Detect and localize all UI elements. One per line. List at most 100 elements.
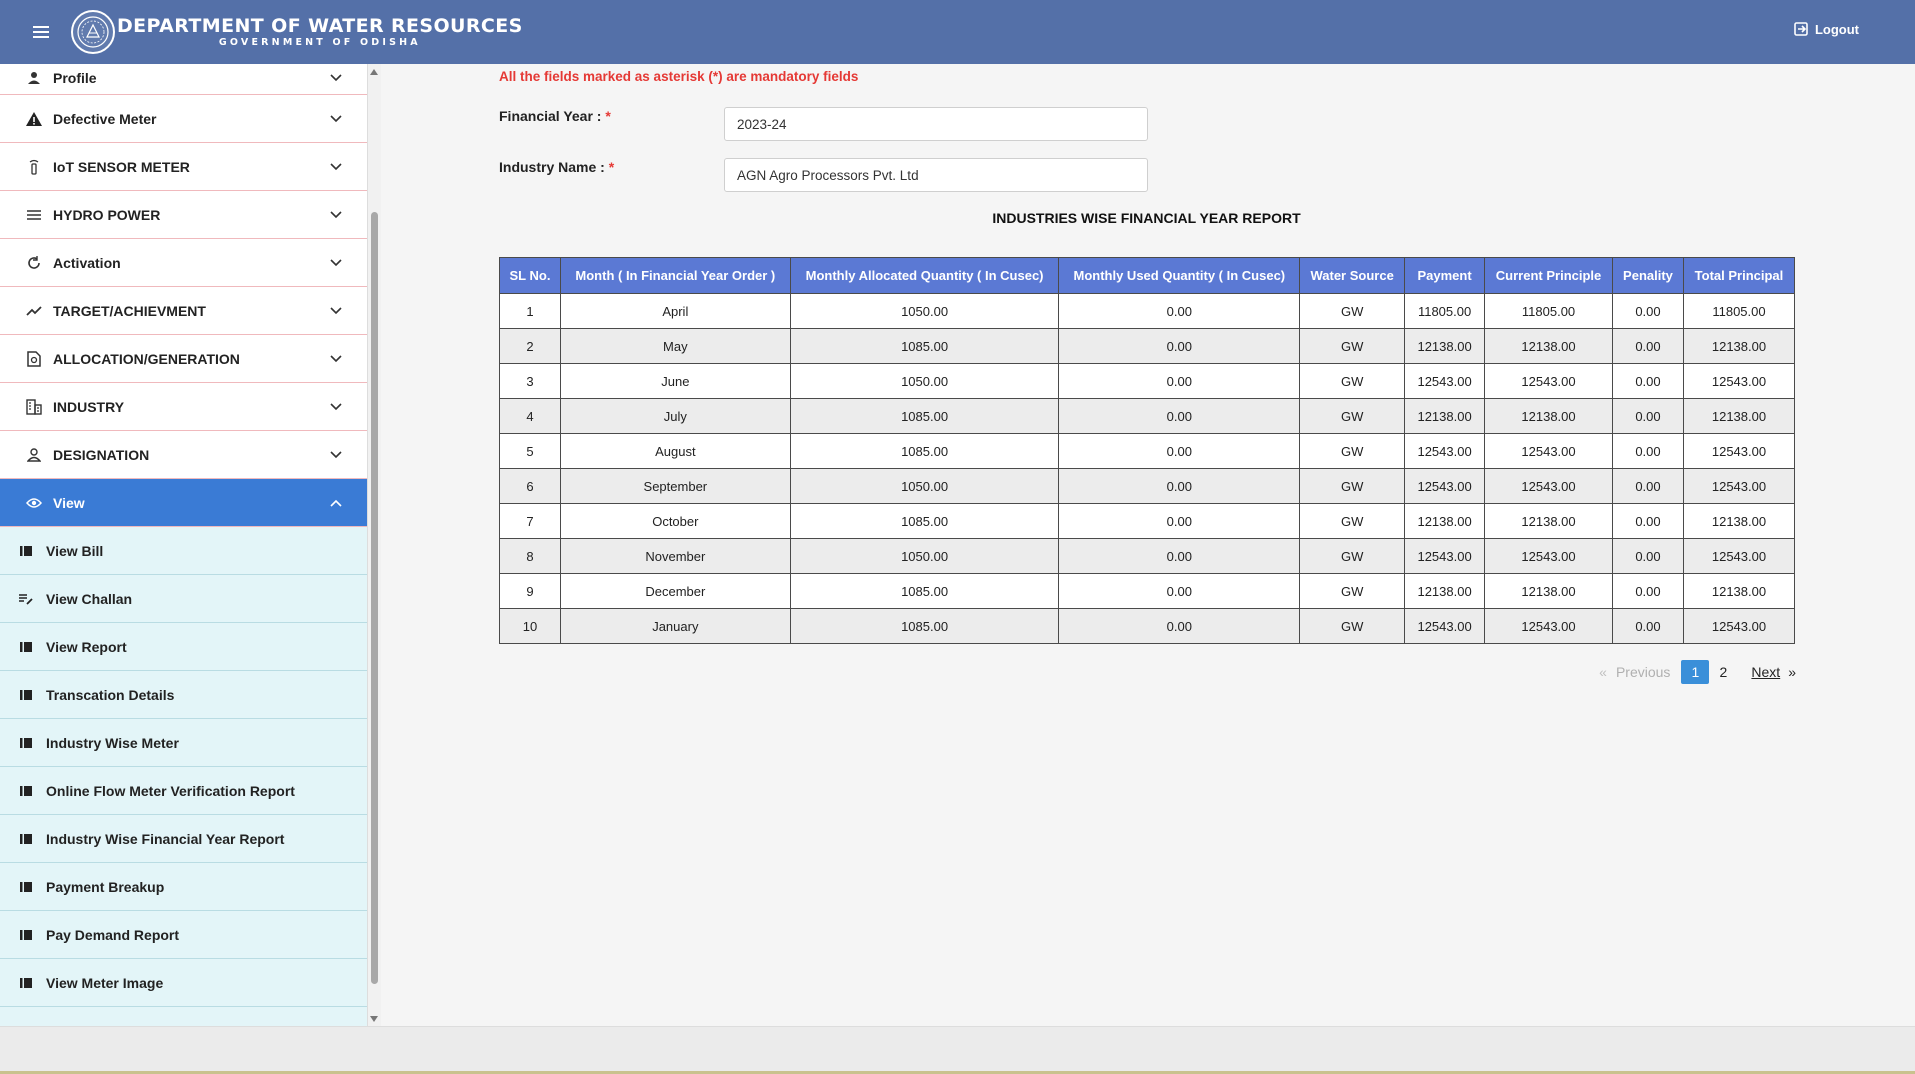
industry-name-select[interactable]: AGN Agro Processors Pvt. Ltd (724, 158, 1148, 192)
submenu-view-bill[interactable]: View Bill (0, 527, 367, 575)
previous-button[interactable]: Previous (1616, 664, 1670, 680)
submenu-label: Transcation Details (46, 686, 175, 703)
table-cell: 0.00 (1611, 468, 1684, 504)
column-header: Payment (1404, 257, 1486, 294)
table-cell: 12543.00 (1404, 538, 1486, 574)
table-cell: 10 (499, 608, 561, 644)
table-row: 9 December 1085.00 0.00 GW 12138.00 12138.00 0.… (499, 573, 1796, 609)
scroll-up-arrow-icon[interactable] (370, 69, 378, 75)
person-icon (25, 69, 43, 87)
table-cell: 12138.00 (1404, 573, 1486, 609)
table-cell: 0.00 (1058, 328, 1301, 364)
sidebar-item-activation[interactable]: Activation (0, 239, 367, 287)
table-cell: 12543.00 (1682, 608, 1796, 644)
sidebar-item-label: HYDRO POWER (53, 206, 161, 223)
chevron-down-icon (327, 158, 345, 176)
table-cell: 12543.00 (1682, 363, 1796, 399)
column-header: Month ( In Financial Year Order ) (559, 257, 791, 294)
sensor-icon (25, 158, 43, 176)
submenu-partial-item[interactable] (0, 1007, 367, 1026)
table-cell: 12543.00 (1484, 608, 1613, 644)
submenu-online-flow-meter-verification-report[interactable]: Online Flow Meter Verification Report (0, 767, 367, 815)
table-cell: 12543.00 (1404, 468, 1486, 504)
sidebar-item-view[interactable]: View (0, 479, 367, 527)
table-cell: 12138.00 (1682, 328, 1796, 364)
table-cell: 12138.00 (1404, 398, 1486, 434)
table-row: 6 September 1050.00 0.00 GW 12543.00 12543.00 0… (499, 468, 1796, 504)
trending-icon (25, 302, 43, 320)
sidebar-item-label: TARGET/ACHIEVMENT (53, 302, 206, 319)
table-cell: GW (1299, 573, 1406, 609)
submenu-industry-wise-financial-year-report[interactable]: Industry Wise Financial Year Report (0, 815, 367, 863)
scrollbar-thumb[interactable] (371, 212, 378, 984)
required-mark: * (608, 159, 615, 175)
list-icon (19, 832, 33, 846)
submenu-label: View Challan (46, 590, 133, 607)
table-cell: GW (1299, 433, 1406, 469)
sidebar-item-industry[interactable]: INDUSTRY (0, 383, 367, 431)
table-cell: 0.00 (1611, 363, 1684, 399)
list-icon (19, 784, 33, 798)
next-button[interactable]: Next (1751, 664, 1780, 680)
sidebar-item-label: View (53, 494, 85, 511)
submenu-transcation-details[interactable]: Transcation Details (0, 671, 367, 719)
previous-arrow-icon: « (1599, 664, 1607, 680)
table-row: 3 June 1050.00 0.00 GW 12543.00 12543.00 0.00 12… (499, 363, 1796, 399)
sidebar-item-designation[interactable]: DESIGNATION (0, 431, 367, 479)
sidebar-item-defective-meter[interactable]: Defective Meter (0, 95, 367, 143)
submenu-industry-wise-meter[interactable]: Industry Wise Meter (0, 719, 367, 767)
submenu-payment-breakup[interactable]: Payment Breakup (0, 863, 367, 911)
sidebar-item-target-achievment[interactable]: TARGET/ACHIEVMENT (0, 287, 367, 335)
sidebar-item-label: Defective Meter (53, 110, 157, 127)
submenu-label: View Bill (46, 542, 104, 559)
table-cell: 12138.00 (1404, 328, 1486, 364)
table-cell: GW (1299, 468, 1406, 504)
chevron-down-icon (327, 302, 345, 320)
menu-icon (33, 31, 49, 33)
sidebar-scrollbar[interactable] (368, 64, 381, 1026)
table-cell: 12543.00 (1404, 433, 1486, 469)
financial-year-value: 2023-24 (737, 116, 787, 132)
next-arrow-icon: » (1788, 664, 1796, 680)
table-cell: August (559, 433, 791, 469)
table-cell: 12138.00 (1484, 503, 1613, 539)
sidebar-item-profile[interactable]: Profile (0, 64, 367, 95)
table-cell: 12543.00 (1484, 468, 1613, 504)
column-header: Penality (1611, 257, 1684, 294)
table-cell: GW (1299, 328, 1406, 364)
hamburger-menu-button[interactable] (21, 12, 61, 52)
warning-icon (25, 110, 43, 128)
submenu-view-meter-image[interactable]: View Meter Image (0, 959, 367, 1007)
table-cell: 0.00 (1058, 433, 1301, 469)
chevron-down-icon (327, 110, 345, 128)
table-cell: 9 (499, 573, 561, 609)
page-button-2[interactable]: 2 (1709, 660, 1737, 684)
table-cell: 0.00 (1611, 608, 1684, 644)
waves-icon (25, 206, 43, 224)
table-cell: GW (1299, 608, 1406, 644)
odisha-emblem-logo (71, 10, 115, 54)
column-header: Monthly Allocated Quantity ( In Cusec) (789, 257, 1060, 294)
page-button-1[interactable]: 1 (1681, 660, 1710, 684)
financial-year-select[interactable]: 2023-24 (724, 107, 1148, 141)
table-cell: 12543.00 (1404, 608, 1486, 644)
table-row: 10 January 1085.00 0.00 GW 12543.00 12543.00 0.… (499, 608, 1796, 644)
table-cell: 0.00 (1058, 293, 1301, 329)
table-cell: July (559, 398, 791, 434)
submenu-view-challan[interactable]: View Challan (0, 575, 367, 623)
scroll-down-arrow-icon[interactable] (370, 1016, 378, 1022)
column-header: Monthly Used Quantity ( In Cusec) (1058, 257, 1301, 294)
brand: DEPARTMENT OF WATER RESOURCES GOVERNMENT… (117, 15, 523, 49)
chevron-down-icon (327, 446, 345, 464)
list-icon (19, 736, 33, 750)
logout-button[interactable]: Logout (1793, 21, 1859, 37)
table-cell: 12543.00 (1404, 363, 1486, 399)
table-cell: 1 (499, 293, 561, 329)
submenu-pay-demand-report[interactable]: Pay Demand Report (0, 911, 367, 959)
sidebar-item-hydro-power[interactable]: HYDRO POWER (0, 191, 367, 239)
table-cell: June (559, 363, 791, 399)
sidebar-item-iot-sensor-meter[interactable]: IoT SENSOR METER (0, 143, 367, 191)
sidebar-item-allocation-generation[interactable]: ALLOCATION/GENERATION (0, 335, 367, 383)
submenu-view-report[interactable]: View Report (0, 623, 367, 671)
table-row: 2 May 1085.00 0.00 GW 12138.00 12138.00 0.00 121… (499, 328, 1796, 364)
